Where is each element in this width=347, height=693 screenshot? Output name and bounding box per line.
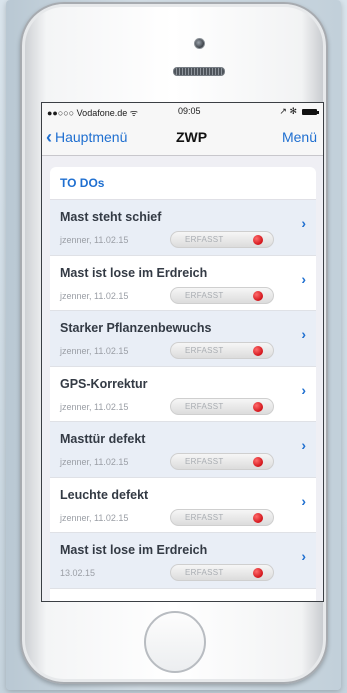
phone-screen: ●●○○○ Vodafone.de ᯤ 09:05 ↗ ✻ ‹ Hauptmen…	[41, 102, 324, 602]
item-title: Mast steht schief	[60, 210, 162, 224]
status-right-icons: ↗ ✻	[279, 106, 319, 117]
carrier-label: ●●○○○ Vodafone.de ᯤ	[47, 106, 138, 119]
item-title: GPS-Korrektur	[60, 376, 148, 391]
red-dot-icon	[253, 290, 263, 301]
status-badge: ERFASST	[170, 564, 274, 581]
chevron-left-icon: ‹	[46, 127, 52, 147]
item-title: Starker Pflanzenbewuchs	[60, 321, 212, 335]
status-bar: ●●○○○ Vodafone.de ᯤ 09:05 ↗ ✻	[42, 103, 323, 121]
menu-button[interactable]: Menü	[282, 129, 317, 145]
item-meta: jzenner, 11.02.15	[60, 457, 129, 467]
red-dot-icon	[253, 346, 263, 356]
chevron-right-icon: ›	[301, 548, 306, 564]
status-badge: ERFASST	[170, 231, 274, 248]
list-item[interactable]: Mast ist lose im Erdreich jzenner, 11.02…	[50, 255, 316, 311]
list-item[interactable]: Leuchte defekt jzenner, 11.02.15 ERFASST…	[50, 477, 316, 533]
page-title: ZWP	[176, 129, 208, 145]
todo-list: TO DOs Mast steht schief jzenner, 11.02.…	[50, 167, 316, 601]
speaker-grille	[173, 67, 225, 76]
home-button[interactable]	[144, 611, 206, 673]
navigation-bar: ‹ Hauptmenü ZWP Menü	[42, 121, 323, 156]
item-title: Leuchte defekt	[60, 487, 149, 502]
item-meta: jzenner, 11.02.15	[60, 290, 129, 301]
chevron-right-icon: ›	[301, 215, 306, 231]
red-dot-icon	[253, 235, 263, 245]
item-meta: jzenner, 11.02.15	[60, 401, 129, 412]
status-label: ERFASST	[185, 401, 224, 411]
item-meta: 13.02.15	[60, 568, 96, 578]
status-label: ERFASST	[185, 290, 224, 300]
chevron-right-icon: ›	[301, 326, 306, 342]
red-dot-icon	[253, 568, 263, 578]
status-badge: ERFASST	[170, 453, 274, 470]
list-item[interactable]: Starker Pflanzenbewuchs jzenner, 11.02.1…	[50, 311, 316, 367]
status-badge: ERFASST	[170, 397, 274, 415]
list-item[interactable]: Masttür defekt jzenner, 11.02.15 ERFASST…	[50, 422, 316, 478]
chevron-right-icon: ›	[301, 270, 306, 287]
status-label: ERFASST	[185, 512, 224, 522]
chevron-right-icon: ›	[301, 492, 306, 509]
item-title: Mast ist lose im Erdreich	[60, 265, 208, 280]
status-label: ERFASST	[185, 235, 224, 244]
status-label: ERFASST	[185, 346, 224, 355]
list-item[interactable]: Mast steht schief jzenner, 11.02.15 ERFA…	[50, 200, 316, 256]
chevron-right-icon: ›	[301, 381, 306, 398]
front-camera-icon	[194, 38, 205, 49]
red-dot-icon	[253, 401, 263, 412]
red-dot-icon	[253, 457, 263, 467]
red-dot-icon	[253, 512, 263, 523]
chevron-right-icon: ›	[301, 437, 306, 453]
item-title: Mast ist lose im Erdreich	[60, 543, 208, 557]
wifi-icon: ᯤ	[129, 108, 138, 118]
item-title: Masttür defekt	[60, 432, 146, 446]
status-badge: ERFASST	[170, 508, 274, 526]
status-badge: ERFASST	[170, 342, 274, 359]
carrier-text: ●●○○○ Vodafone.de	[47, 108, 128, 118]
item-meta: jzenner, 11.02.15	[60, 346, 129, 356]
section-header: TO DOs	[50, 167, 316, 200]
back-button[interactable]: ‹ Hauptmenü	[46, 127, 128, 147]
list-item[interactable]: Mast ist lose im Erdreich 13.02.15 ERFAS…	[50, 533, 316, 589]
battery-icon	[302, 108, 319, 115]
status-label: ERFASST	[185, 457, 224, 466]
item-meta: jzenner, 11.02.15	[60, 512, 129, 523]
status-badge: ERFASST	[170, 286, 274, 304]
status-label: ERFASST	[185, 568, 224, 577]
list-item[interactable]: GPS-Korrektur jzenner, 11.02.15 ERFASST …	[50, 366, 316, 422]
location-bluetooth-icons: ↗ ✻	[279, 106, 297, 116]
back-button-label: Hauptmenü	[55, 129, 128, 145]
status-time: 09:05	[178, 106, 201, 116]
item-meta: jzenner, 11.02.15	[60, 235, 129, 245]
